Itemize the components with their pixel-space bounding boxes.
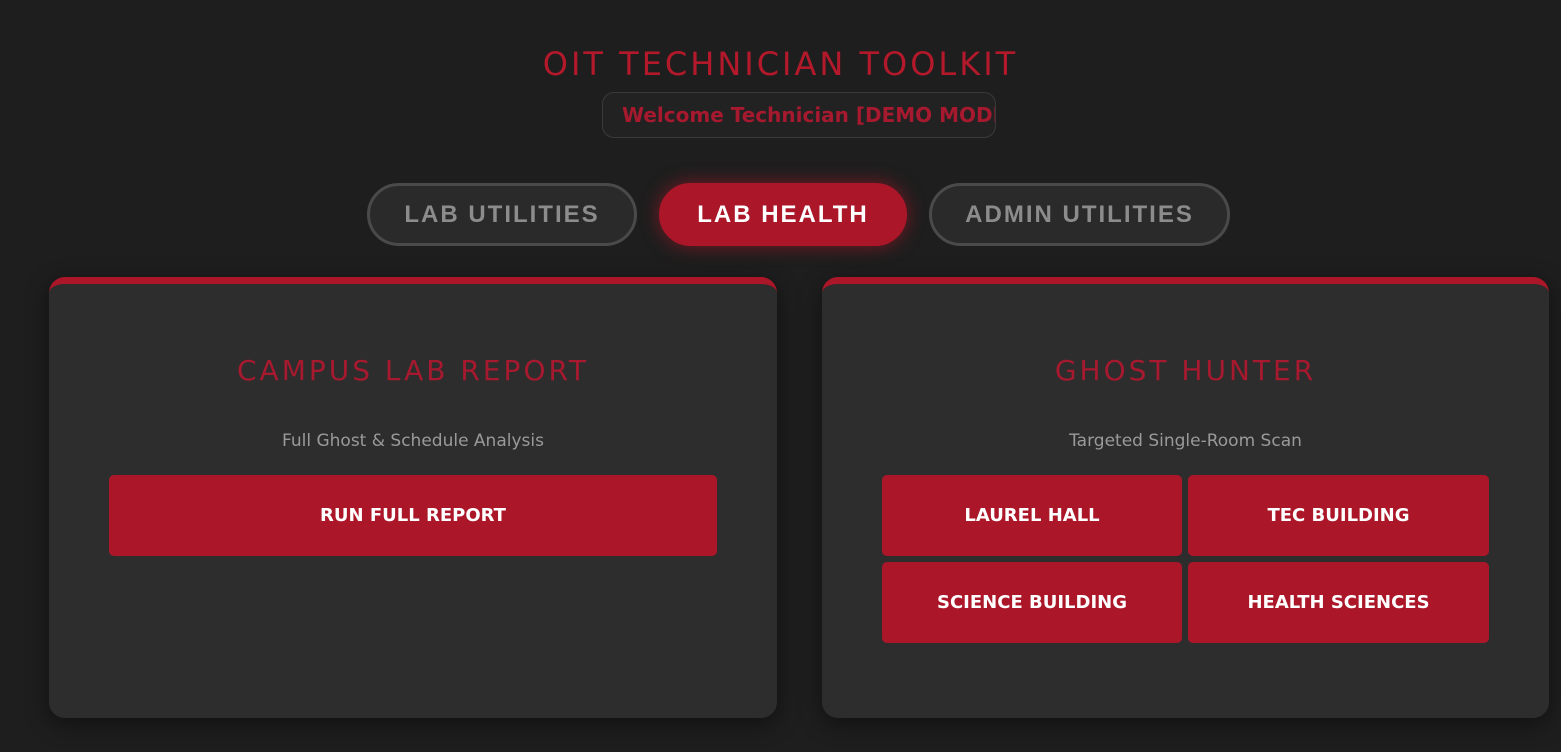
tab-lab-health[interactable]: LAB HEALTH — [659, 183, 907, 246]
welcome-badge: Welcome Technician [DEMO MODE — [602, 92, 996, 138]
card-subtitle: Targeted Single-Room Scan — [1069, 431, 1302, 451]
laurel-hall-button[interactable]: LAUREL HALL — [882, 475, 1182, 556]
ghost-hunter-card: GHOST HUNTER Targeted Single-Room Scan L… — [822, 277, 1549, 718]
science-building-button[interactable]: SCIENCE BUILDING — [882, 562, 1182, 643]
app-title: OIT TECHNICIAN TOOLKIT — [542, 45, 1019, 83]
tab-lab-utilities[interactable]: LAB UTILITIES — [367, 183, 637, 246]
card-title: GHOST HUNTER — [1054, 354, 1317, 387]
tec-building-button[interactable]: TEC BUILDING — [1188, 475, 1489, 556]
card-subtitle: Full Ghost & Schedule Analysis — [282, 431, 544, 451]
health-sciences-button[interactable]: HEALTH SCIENCES — [1188, 562, 1489, 643]
run-full-report-button[interactable]: RUN FULL REPORT — [109, 475, 717, 556]
campus-lab-report-card: CAMPUS LAB REPORT Full Ghost & Schedule … — [49, 277, 777, 718]
tab-admin-utilities[interactable]: ADMIN UTILITIES — [929, 183, 1230, 246]
card-title: CAMPUS LAB REPORT — [236, 354, 589, 387]
toolkit-page: OIT TECHNICIAN TOOLKIT Welcome Technicia… — [0, 0, 1561, 752]
